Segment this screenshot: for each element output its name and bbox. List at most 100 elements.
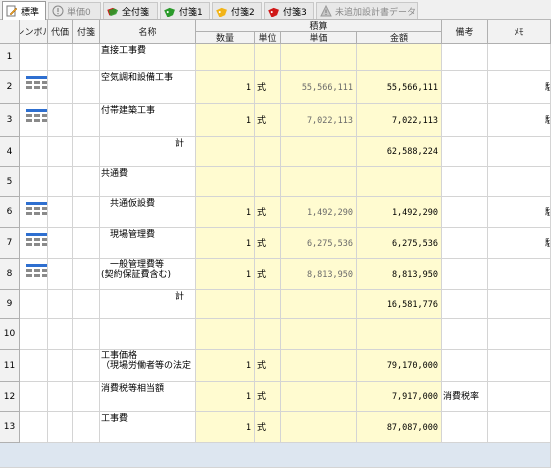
unit-price-cell[interactable]: [281, 167, 357, 197]
row-number[interactable]: 10: [0, 319, 20, 350]
name-cell[interactable]: 計: [100, 290, 196, 319]
sticky-cell[interactable]: [73, 259, 100, 290]
symbol-cell[interactable]: [20, 412, 48, 443]
name-cell[interactable]: 付帯建築工事: [100, 104, 196, 137]
name-cell[interactable]: 消費税等相当額: [100, 382, 196, 412]
tab-tag-1[interactable]: 付箋1: [160, 2, 210, 19]
remarks-cell[interactable]: [442, 71, 488, 104]
unit-price-cell[interactable]: 55,566,111: [281, 71, 357, 104]
amount-cell[interactable]: 87,087,000: [357, 412, 442, 443]
unit-price-column-header[interactable]: 単価: [281, 32, 357, 44]
qty-cell[interactable]: [196, 290, 255, 319]
remarks-column-header[interactable]: 備考: [442, 20, 488, 44]
symbol-cell[interactable]: [20, 167, 48, 197]
qty-cell[interactable]: 1: [196, 259, 255, 290]
unit-cell[interactable]: 式: [255, 104, 281, 137]
remarks-cell[interactable]: [442, 412, 488, 443]
unit-cell[interactable]: 式: [255, 350, 281, 382]
tab-standard[interactable]: 標準: [2, 1, 46, 20]
remarks-cell[interactable]: [442, 167, 488, 197]
proxy-column-header[interactable]: 代価: [48, 20, 73, 44]
amount-cell[interactable]: 7,022,113: [357, 104, 442, 137]
unit-price-cell[interactable]: 7,022,113: [281, 104, 357, 137]
name-cell[interactable]: 共通仮設費: [100, 197, 196, 228]
memo-cell[interactable]: [488, 167, 551, 197]
remarks-cell[interactable]: [442, 44, 488, 71]
row-number[interactable]: 4: [0, 137, 20, 167]
unit-price-cell[interactable]: [281, 319, 357, 350]
remarks-cell[interactable]: [442, 228, 488, 259]
unit-cell[interactable]: 式: [255, 228, 281, 259]
qty-cell[interactable]: 1: [196, 412, 255, 443]
row-number[interactable]: 11: [0, 350, 20, 382]
unit-cell[interactable]: [255, 44, 281, 71]
sticky-cell[interactable]: [73, 382, 100, 412]
tab-tag-3[interactable]: 付箋3: [264, 2, 314, 19]
tab-all-tags[interactable]: 全付箋: [103, 2, 158, 19]
tab-tag-2[interactable]: 付箋2: [212, 2, 262, 19]
proxy-cell[interactable]: [48, 228, 73, 259]
memo-column-header[interactable]: ﾒﾓ: [488, 20, 551, 44]
sticky-cell[interactable]: [73, 228, 100, 259]
qty-cell[interactable]: 1: [196, 104, 255, 137]
memo-cell[interactable]: 駐: [488, 228, 551, 259]
remarks-cell[interactable]: [442, 350, 488, 382]
proxy-cell[interactable]: [48, 382, 73, 412]
row-number[interactable]: 1: [0, 44, 20, 71]
proxy-cell[interactable]: [48, 350, 73, 382]
unit-cell[interactable]: [255, 167, 281, 197]
proxy-cell[interactable]: [48, 104, 73, 137]
row-number[interactable]: 12: [0, 382, 20, 412]
symbol-cell[interactable]: [20, 104, 48, 137]
qty-cell[interactable]: [196, 319, 255, 350]
qty-cell[interactable]: 1: [196, 382, 255, 412]
memo-cell[interactable]: [488, 412, 551, 443]
row-number[interactable]: 9: [0, 290, 20, 319]
sticky-cell[interactable]: [73, 44, 100, 71]
unit-cell[interactable]: 式: [255, 259, 281, 290]
name-cell[interactable]: [100, 319, 196, 350]
qty-cell[interactable]: [196, 167, 255, 197]
proxy-cell[interactable]: [48, 290, 73, 319]
row-number[interactable]: 6: [0, 197, 20, 228]
memo-cell[interactable]: [488, 319, 551, 350]
proxy-cell[interactable]: [48, 259, 73, 290]
amount-cell[interactable]: [357, 319, 442, 350]
unit-cell[interactable]: [255, 290, 281, 319]
tab-missing-design-data[interactable]: 未追加設計書データ: [316, 2, 418, 19]
unit-price-cell[interactable]: [281, 412, 357, 443]
qty-column-header[interactable]: 数量: [196, 32, 255, 44]
memo-cell[interactable]: [488, 350, 551, 382]
proxy-cell[interactable]: [48, 412, 73, 443]
name-cell[interactable]: 工事費: [100, 412, 196, 443]
memo-cell[interactable]: [488, 382, 551, 412]
unit-price-cell[interactable]: 8,813,950: [281, 259, 357, 290]
memo-cell[interactable]: [488, 290, 551, 319]
remarks-cell[interactable]: [442, 104, 488, 137]
symbol-column-header[interactable]: シンボル: [20, 20, 48, 44]
memo-cell[interactable]: 駐: [488, 197, 551, 228]
row-number[interactable]: 8: [0, 259, 20, 290]
unit-price-cell[interactable]: [281, 290, 357, 319]
symbol-cell[interactable]: [20, 71, 48, 104]
amount-cell[interactable]: 7,917,000: [357, 382, 442, 412]
unit-cell[interactable]: 式: [255, 382, 281, 412]
proxy-cell[interactable]: [48, 71, 73, 104]
symbol-cell[interactable]: [20, 259, 48, 290]
qty-cell[interactable]: 1: [196, 71, 255, 104]
unit-price-cell[interactable]: [281, 350, 357, 382]
tab-unit-price-zero[interactable]: 単価0: [48, 2, 101, 19]
symbol-cell[interactable]: [20, 382, 48, 412]
unit-price-cell[interactable]: 6,275,536: [281, 228, 357, 259]
unit-cell[interactable]: 式: [255, 71, 281, 104]
sticky-cell[interactable]: [73, 104, 100, 137]
remarks-cell[interactable]: [442, 290, 488, 319]
row-number[interactable]: 13: [0, 412, 20, 443]
name-cell[interactable]: 直接工事費: [100, 44, 196, 71]
sticky-cell[interactable]: [73, 319, 100, 350]
sticky-cell[interactable]: [73, 197, 100, 228]
qty-cell[interactable]: 1: [196, 197, 255, 228]
unit-cell[interactable]: [255, 319, 281, 350]
amount-cell[interactable]: 8,813,950: [357, 259, 442, 290]
proxy-cell[interactable]: [48, 319, 73, 350]
